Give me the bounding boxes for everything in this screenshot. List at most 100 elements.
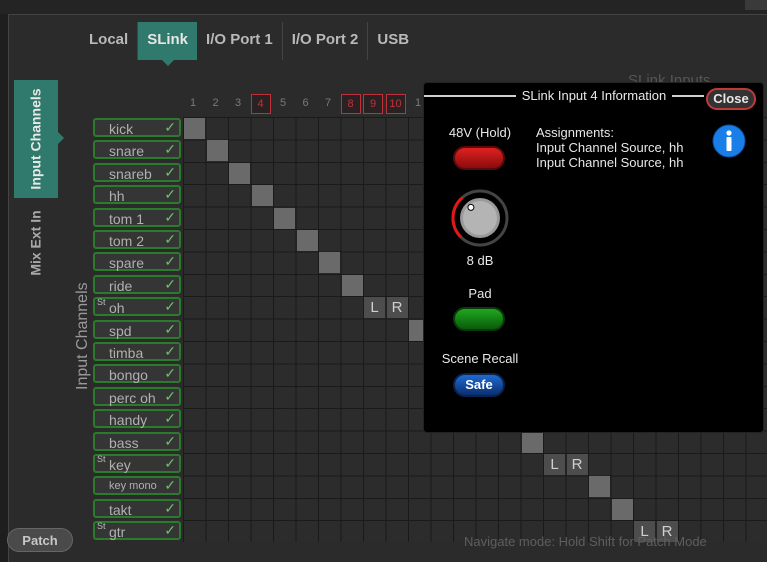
column-number[interactable]: 10 (385, 94, 406, 114)
channel-row[interactable]: snareb ✓ (93, 162, 181, 182)
patch-point[interactable] (611, 498, 633, 520)
check-icon: ✓ (164, 231, 176, 247)
check-icon: ✓ (164, 208, 176, 225)
gain-knob[interactable] (451, 189, 509, 247)
top-strip (0, 0, 767, 14)
channel-name: snareb (109, 165, 152, 182)
stereo-patch-right[interactable]: R (386, 297, 408, 319)
channel-row[interactable]: tom 2 ✓ (93, 230, 181, 249)
pad-button[interactable] (453, 307, 505, 331)
column-number[interactable]: 8 (340, 94, 361, 114)
assignment-item: Input Channel Source, hh (536, 155, 684, 170)
column-number[interactable]: 1 (183, 94, 203, 114)
channel-name: snare (109, 143, 145, 160)
pad-label: Pad (468, 286, 492, 301)
phantom-power-button[interactable] (453, 146, 505, 170)
channel-name: takt (109, 501, 132, 518)
patch-button[interactable]: Patch (7, 528, 73, 552)
scene-recall-safe-button[interactable]: Safe (453, 373, 505, 397)
column-number[interactable]: 4 (250, 94, 271, 114)
channel-row[interactable]: bongo ✓ (93, 364, 181, 384)
channel-name: timba (109, 345, 144, 361)
patch-point[interactable] (521, 431, 543, 453)
tab-slink[interactable]: SLink (138, 22, 198, 66)
channel-row[interactable]: St oh ✓ (93, 297, 181, 317)
check-icon: ✓ (164, 455, 176, 471)
patch-point[interactable] (319, 252, 340, 274)
channel-row[interactable]: handy ✓ (93, 409, 181, 429)
check-icon: ✓ (164, 522, 176, 539)
channel-row[interactable]: hh ✓ (93, 185, 181, 205)
tab-usb[interactable]: USB (368, 22, 418, 60)
check-icon: ✓ (164, 387, 176, 404)
column-number[interactable]: 9 (363, 94, 383, 114)
channel-row[interactable]: St key ✓ (93, 454, 181, 473)
check-icon: ✓ (164, 477, 176, 494)
patch-point[interactable] (229, 162, 250, 184)
check-icon: ✓ (164, 186, 176, 203)
column-number[interactable]: 6 (296, 94, 316, 114)
patch-point[interactable] (296, 230, 318, 251)
tab-io-port-2[interactable]: I/O Port 2 (283, 22, 369, 60)
check-icon: ✓ (164, 119, 176, 135)
patch-point[interactable] (341, 274, 363, 296)
stereo-tag: St (97, 297, 106, 308)
tab-io-port-1[interactable]: I/O Port 1 (197, 22, 283, 60)
column-number[interactable]: 2 (206, 94, 226, 114)
channel-name: spare (109, 255, 145, 272)
channel-name: bongo (109, 367, 148, 384)
stereo-patch-left[interactable]: L (364, 297, 385, 319)
patch-point[interactable] (589, 476, 610, 498)
channel-row[interactable]: key mono ✓ (93, 476, 181, 496)
channel-row[interactable]: bass ✓ (93, 431, 181, 451)
column-number[interactable]: 7 (318, 94, 338, 114)
channel-row[interactable]: perc oh ✓ (93, 386, 181, 406)
column-number[interactable]: 5 (273, 94, 293, 114)
phantom-power-label: 48V (Hold) (448, 125, 512, 140)
channel-row[interactable]: spare ✓ (93, 252, 181, 272)
check-icon: ✓ (164, 163, 176, 180)
channel-name: gtr (109, 524, 126, 541)
scene-recall-label: Scene Recall (441, 351, 519, 366)
channel-row[interactable]: spd ✓ (93, 319, 181, 339)
patch-point[interactable] (206, 140, 228, 162)
channel-row[interactable]: ride ✓ (93, 274, 181, 294)
source-tabs: Local SLink I/O Port 1 I/O Port 2 USB (80, 22, 418, 66)
channel-name: oh (109, 300, 125, 317)
patch-point[interactable] (274, 207, 295, 229)
assignment-item: Input Channel Source, hh (536, 140, 684, 155)
channel-row[interactable]: St gtr ✓ (93, 521, 181, 541)
channel-row[interactable]: snare ✓ (93, 140, 181, 160)
channel-name: spd (109, 322, 132, 339)
channel-name: hh (109, 188, 125, 205)
channel-row[interactable]: kick ✓ (93, 118, 181, 137)
channel-name: tom 2 (109, 233, 145, 249)
stereo-patch-left[interactable]: L (544, 454, 565, 475)
info-icon[interactable] (712, 124, 746, 158)
side-tab-input-channels-label: Input Channels (28, 88, 44, 190)
channel-name: key (109, 457, 131, 473)
check-icon: ✓ (164, 298, 176, 315)
title-rule-left (424, 95, 516, 97)
navigate-mode-hint: Navigate mode: Hold Shift for Patch Mode (464, 534, 707, 549)
patch-point[interactable] (251, 185, 273, 207)
channel-name: handy (109, 412, 148, 429)
channel-name: ride (109, 277, 133, 294)
channel-row[interactable]: tom 1 ✓ (93, 207, 181, 227)
close-button[interactable]: Close (706, 88, 756, 110)
check-icon: ✓ (164, 410, 176, 427)
popup-title: SLink Input 4 Information (521, 88, 667, 103)
tab-local[interactable]: Local (80, 22, 139, 60)
patch-point[interactable] (184, 118, 205, 139)
channel-name: perc oh (109, 389, 156, 406)
channel-row[interactable]: timba ✓ (93, 342, 181, 361)
side-tab-input-channels[interactable]: Input Channels (14, 80, 64, 198)
column-number[interactable]: 3 (228, 94, 248, 114)
check-icon: ✓ (164, 365, 176, 382)
channel-row[interactable]: takt ✓ (93, 498, 181, 518)
stereo-tag: St (97, 521, 106, 532)
check-icon: ✓ (164, 141, 176, 158)
title-rule-right (672, 95, 704, 97)
stereo-patch-right[interactable]: R (566, 454, 588, 475)
check-icon: ✓ (164, 432, 176, 449)
